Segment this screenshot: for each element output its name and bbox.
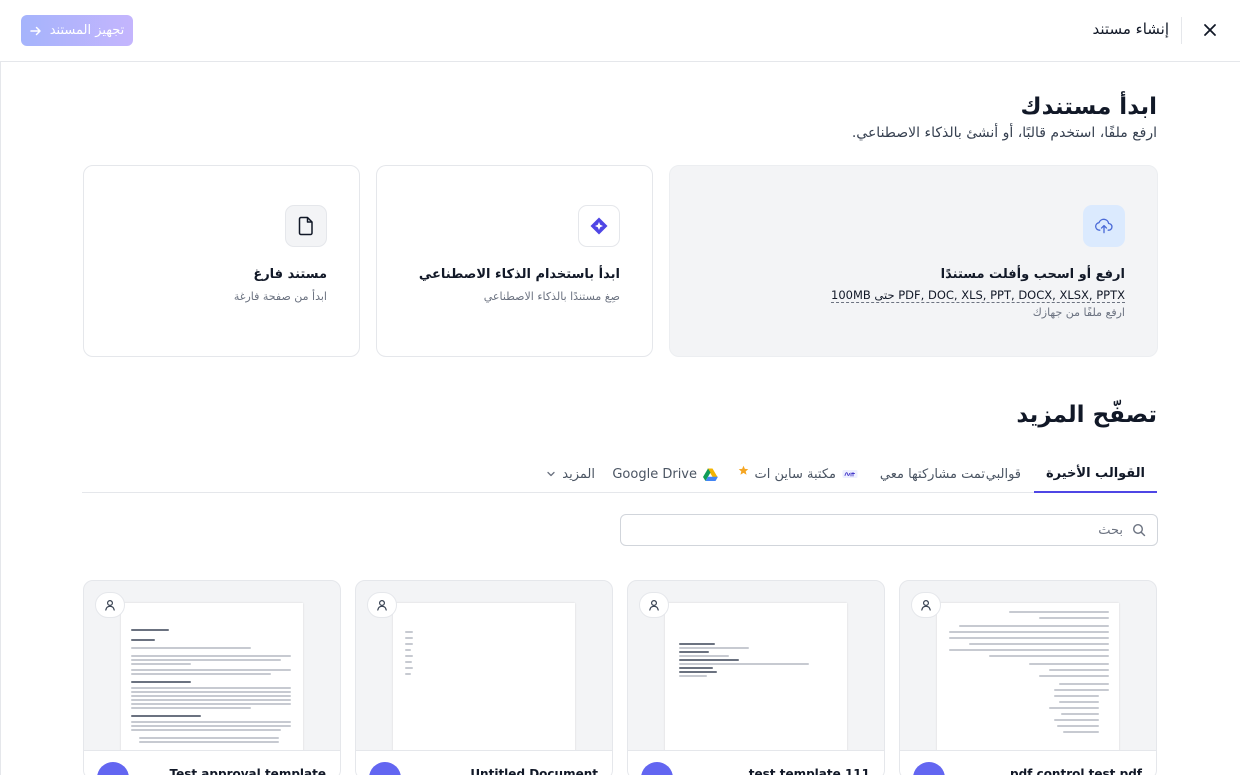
template-card[interactable]: pdf control test pdf bbox=[899, 580, 1157, 775]
topbar-divider bbox=[1181, 17, 1182, 44]
ai-sparkle-icon bbox=[578, 205, 620, 247]
template-thumbnail bbox=[393, 603, 575, 753]
template-card-footer: Untitled Document bbox=[356, 750, 612, 775]
google-drive-icon bbox=[703, 468, 718, 481]
upload-formats: PDF, DOC, XLS, PPT, DOCX, XLSX, PPTX حتى… bbox=[831, 288, 1125, 303]
prepare-document-label: تجهيز المستند bbox=[49, 23, 125, 38]
avatar bbox=[97, 762, 129, 775]
template-name: Test approval template bbox=[169, 767, 327, 775]
chevron-down-icon bbox=[547, 471, 555, 477]
owner-badge bbox=[639, 592, 669, 618]
start-subtitle: ارفع ملفًا، استخدم قالبًا، أو أنشئ بالذك… bbox=[851, 125, 1157, 141]
avatar bbox=[641, 762, 673, 775]
template-card-footer: pdf control test pdf bbox=[900, 750, 1156, 775]
template-card-footer: test template 111 bbox=[628, 750, 884, 775]
template-card[interactable]: test template 111 bbox=[627, 580, 885, 775]
search-icon bbox=[1132, 523, 1146, 537]
owner-badge bbox=[95, 592, 125, 618]
cloud-upload-icon bbox=[1083, 205, 1125, 247]
start-title: ابدأ مستندك bbox=[1020, 94, 1157, 120]
template-thumbnail bbox=[121, 603, 303, 753]
avatar bbox=[369, 762, 401, 775]
tab-library-label: مكتبة ساين ات bbox=[754, 466, 836, 482]
tab-signit-library[interactable]: مكتبة ساين ات bbox=[726, 455, 870, 493]
user-icon bbox=[921, 599, 931, 611]
template-card-footer: Test approval template bbox=[84, 750, 340, 775]
template-tabs: القوالب الأخيرة قوالبي تمت مشاركتها معي … bbox=[82, 455, 1157, 493]
close-icon bbox=[1204, 24, 1216, 36]
tab-gdrive-label: Google Drive bbox=[612, 466, 697, 482]
template-name: Untitled Document bbox=[470, 767, 598, 775]
dialog-title: إنشاء مستند bbox=[1092, 20, 1169, 38]
tab-recent-templates[interactable]: القوالب الأخيرة bbox=[1033, 455, 1157, 493]
owner-badge bbox=[911, 592, 941, 618]
arrow-right-icon bbox=[29, 26, 41, 35]
template-thumbnail bbox=[937, 603, 1119, 753]
upload-title: ارفع أو اسحب وأفلت مستندًا bbox=[940, 267, 1125, 282]
upload-note: ارفع ملفًا من جهازك bbox=[1032, 306, 1125, 319]
template-name: test template 111 bbox=[748, 767, 870, 775]
template-card[interactable]: Untitled Document bbox=[355, 580, 613, 775]
top-bar: إنشاء مستند تجهيز المستند bbox=[0, 0, 1240, 62]
star-icon bbox=[738, 465, 748, 475]
template-search bbox=[620, 514, 1158, 546]
avatar bbox=[913, 762, 945, 775]
close-button[interactable] bbox=[1198, 18, 1222, 42]
blank-title: مستند فارغ bbox=[253, 267, 327, 282]
template-name: pdf control test pdf bbox=[1010, 767, 1142, 775]
user-icon bbox=[649, 599, 659, 611]
blank-document-card[interactable]: مستند فارغ ابدأ من صفحة فارغة bbox=[83, 165, 360, 357]
left-border bbox=[0, 62, 1, 775]
search-input[interactable] bbox=[643, 515, 1123, 545]
template-card[interactable]: Test approval template bbox=[83, 580, 341, 775]
browse-title: تصفّح المزيد bbox=[1016, 402, 1157, 428]
upload-card[interactable]: ارفع أو اسحب وأفلت مستندًا PDF, DOC, XLS… bbox=[669, 165, 1158, 357]
tab-recent-label: القوالب الأخيرة bbox=[1045, 465, 1145, 481]
tab-more-label: المزيد bbox=[562, 466, 595, 482]
ai-card[interactable]: ابدأ باستخدام الذكاء الاصطناعي صِغ مستند… bbox=[376, 165, 653, 357]
tab-more-dropdown[interactable]: المزيد bbox=[534, 455, 607, 493]
ai-desc: صِغ مستندًا بالذكاء الاصطناعي bbox=[483, 290, 620, 303]
user-icon bbox=[377, 599, 387, 611]
document-icon bbox=[285, 205, 327, 247]
template-thumbnail bbox=[665, 603, 847, 753]
user-icon bbox=[105, 599, 115, 611]
blank-desc: ابدأ من صفحة فارغة bbox=[233, 290, 327, 303]
owner-badge bbox=[367, 592, 397, 618]
ai-title: ابدأ باستخدام الذكاء الاصطناعي bbox=[418, 267, 620, 282]
tab-shared-label: تمت مشاركتها معي bbox=[879, 466, 985, 482]
tab-shared-with-me[interactable]: تمت مشاركتها معي bbox=[868, 455, 997, 493]
tab-google-drive[interactable]: Google Drive bbox=[600, 455, 730, 493]
prepare-document-button[interactable]: تجهيز المستند bbox=[21, 15, 133, 46]
signit-logo-icon bbox=[842, 470, 858, 478]
